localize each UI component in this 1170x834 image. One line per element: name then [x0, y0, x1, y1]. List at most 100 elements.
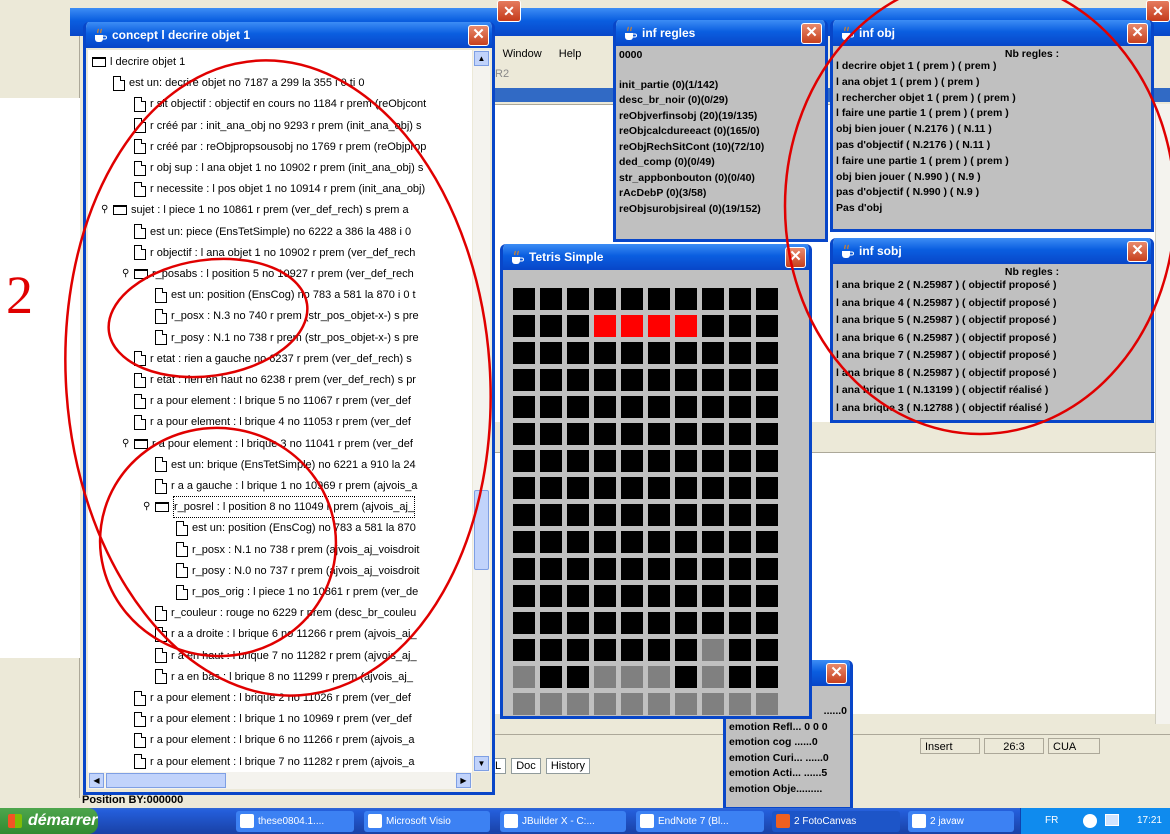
menu-item-window[interactable]: Window	[503, 48, 542, 60]
close-icon[interactable]: ✕	[1146, 0, 1170, 22]
tree-row[interactable]: ⚲ r_posabs : l position 5 no 10927 r prem…	[122, 264, 414, 284]
close-icon[interactable]: ✕	[826, 663, 847, 684]
tree-row[interactable]: r etat : rien en haut no 6238 r prem (ve…	[134, 370, 416, 390]
taskbar-button-javaw[interactable]: 2 javaw	[908, 811, 1014, 832]
tree-row[interactable]: ⚲ r_posrel : l position 8 no 11049 r prem…	[143, 496, 416, 519]
menu-item-help[interactable]: Help	[559, 48, 582, 60]
network-icon[interactable]	[1083, 814, 1097, 828]
monitor-icon[interactable]	[1105, 814, 1119, 826]
tree-row[interactable]: r objectif : l ana objet 1 no 10902 r pr…	[134, 243, 415, 263]
tree-row[interactable]: r_posy : N.1 no 738 r prem (str_pos_obje…	[155, 328, 419, 348]
empty-cell	[756, 423, 778, 445]
tree-row[interactable]: r_posy : N.0 no 737 r prem (ajvois_aj_vo…	[176, 561, 419, 581]
taskbar-button-endnote[interactable]: EndNote 7 (Bl...	[636, 811, 764, 832]
scroll-thumb[interactable]	[474, 490, 489, 570]
tree-row[interactable]: est un: position (EnsCog) no 783 a 581 l…	[155, 285, 416, 305]
tree-row[interactable]: l decrire objet 1	[92, 52, 185, 72]
empty-cell	[675, 666, 697, 688]
tree-vertical-scrollbar[interactable]: ▲ ▼	[473, 50, 490, 772]
tree-row[interactable]: r a a gauche : l brique 1 no 10969 r pre…	[155, 476, 417, 496]
tree-row[interactable]: r a pour element : l brique 5 no 11067 r…	[134, 391, 411, 411]
regles-line: str_appbonbouton (0)(0/40)	[619, 171, 755, 184]
concept-tree[interactable]: l decrire objet 1 est un: decrire objet n…	[88, 50, 472, 772]
empty-cell	[756, 450, 778, 472]
scroll-up-icon[interactable]: ▲	[474, 51, 489, 66]
tree-row[interactable]: ⚲ r a pour element : l brique 3 no 11041 …	[122, 434, 413, 454]
tree-row[interactable]: r a pour element : l brique 6 no 11266 r…	[134, 730, 415, 750]
empty-cell	[756, 477, 778, 499]
close-icon[interactable]: ✕	[1127, 23, 1148, 44]
inf-obj-window: inf obj ✕ Nb regles : l decrire objet 1 …	[830, 20, 1154, 232]
tree-row[interactable]: est un: decrire objet no 7187 a 299 la 3…	[113, 73, 364, 93]
tree-row[interactable]: r a pour element : l brique 1 no 10969 r…	[134, 709, 412, 729]
active-brick	[648, 315, 670, 337]
placed-brick	[540, 693, 562, 715]
document-icon	[134, 351, 146, 367]
editor-scrollbar[interactable]	[1155, 104, 1170, 724]
folder-icon	[155, 502, 169, 513]
scroll-left-icon[interactable]: ◀	[89, 773, 104, 788]
tree-row[interactable]: est un: piece (EnsTetSimple) no 6222 a 3…	[134, 222, 411, 242]
window-titlebar[interactable]: Tetris Simple ✕	[503, 244, 809, 270]
empty-cell	[702, 342, 724, 364]
tab-history[interactable]: History	[545, 758, 591, 774]
left-panel	[0, 8, 80, 798]
tree-row-label: sujet : l piece 1 no 10861 r prem (ver_d…	[131, 204, 409, 217]
empty-cell	[567, 666, 589, 688]
scroll-thumb[interactable]	[106, 773, 226, 788]
tree-row[interactable]: r_couleur : rouge no 6229 r prem (desc_b…	[155, 603, 416, 623]
tetris-grid[interactable]	[513, 288, 778, 715]
window-titlebar[interactable]: inf obj ✕	[833, 20, 1151, 46]
tree-row[interactable]: r sit objectif : objectif en cours no 11…	[134, 94, 426, 114]
window-titlebar[interactable]: inf sobj ✕	[833, 238, 1151, 264]
tree-row[interactable]: r obj sup : l ana objet 1 no 10902 r pre…	[134, 158, 423, 178]
tab-doc[interactable]: Doc	[511, 758, 541, 774]
status-mode: Insert	[920, 738, 980, 754]
tree-row[interactable]: r créé par : reObjpropsousobj no 1769 r …	[134, 137, 426, 157]
expand-toggle-icon[interactable]: ⚲	[122, 264, 132, 284]
taskbar-button-visio[interactable]: Microsoft Visio	[364, 811, 490, 832]
close-icon[interactable]: ✕	[1127, 241, 1148, 262]
window-titlebar[interactable]: inf regles ✕	[616, 20, 825, 46]
tree-row[interactable]: r_posx : N.1 no 738 r prem (ajvois_aj_vo…	[176, 540, 419, 560]
close-icon[interactable]: ✕	[468, 25, 489, 46]
expand-toggle-icon[interactable]: ⚲	[101, 200, 111, 220]
close-icon[interactable]: ✕	[497, 0, 521, 22]
empty-cell	[594, 423, 616, 445]
regles-line: reObjverfinsobj (20)(19/135)	[619, 109, 758, 122]
tree-row[interactable]: r a pour element : l brique 2 no 11026 r…	[134, 688, 411, 708]
expand-toggle-icon[interactable]: ⚲	[143, 497, 153, 517]
tree-row[interactable]: r a pour element : l brique 4 no 11053 r…	[134, 412, 411, 432]
tree-row[interactable]: est un: brique (EnsTetSimple) no 6221 a …	[155, 455, 416, 475]
taskbar-button-jbuilder[interactable]: JBuilder X - C:...	[500, 811, 626, 832]
document-icon	[155, 478, 167, 494]
empty-cell	[729, 369, 751, 391]
expand-toggle-icon[interactable]: ⚲	[122, 434, 132, 454]
empty-cell	[540, 639, 562, 661]
tree-row[interactable]: r a pour element : l brique 7 no 11282 r…	[134, 752, 415, 772]
close-icon[interactable]: ✕	[801, 23, 822, 44]
scroll-down-icon[interactable]: ▼	[474, 756, 489, 771]
tree-row[interactable]: est un: position (EnsCog) no 783 a 581 l…	[176, 518, 416, 538]
tree-row[interactable]: r a a droite : l brique 6 no 11266 r pre…	[155, 624, 417, 644]
emotion-line: emotion Refl... 0 0 0	[729, 720, 828, 733]
empty-cell	[729, 531, 751, 553]
tree-horizontal-scrollbar[interactable]: ◀ ▶	[88, 772, 472, 789]
start-button[interactable]: démarrer	[0, 808, 98, 834]
status-keymap[interactable]: CUA	[1048, 738, 1100, 754]
tree-row[interactable]: r etat : rien a gauche no 6237 r prem (v…	[134, 349, 412, 369]
language-indicator[interactable]: FR	[1045, 808, 1058, 834]
tree-row[interactable]: r créé par : init_ana_obj no 9293 r prem…	[134, 116, 422, 136]
window-titlebar[interactable]: concept l decrire objet 1 ✕	[86, 22, 492, 48]
tree-row[interactable]: r a en haut : l brique 7 no 11282 r prem…	[155, 646, 417, 666]
close-icon[interactable]: ✕	[785, 247, 806, 268]
status-position: 26:3	[984, 738, 1044, 754]
scroll-right-icon[interactable]: ▶	[456, 773, 471, 788]
tree-row[interactable]: r_posx : N.3 no 740 r prem (str_pos_obje…	[155, 306, 419, 326]
tree-row[interactable]: ⚲ sujet : l piece 1 no 10861 r prem (ver_…	[101, 200, 409, 220]
tree-row[interactable]: r a en bas : l brique 8 no 11299 r prem …	[155, 667, 413, 687]
taskbar-button-word[interactable]: these0804.1....	[236, 811, 354, 832]
taskbar-button-fotocanvas[interactable]: 2 FotoCanvas	[772, 811, 900, 832]
tree-row[interactable]: r_pos_orig : l piece 1 no 10861 r prem (…	[176, 582, 418, 602]
tree-row[interactable]: r necessite : l pos objet 1 no 10914 r p…	[134, 179, 425, 199]
